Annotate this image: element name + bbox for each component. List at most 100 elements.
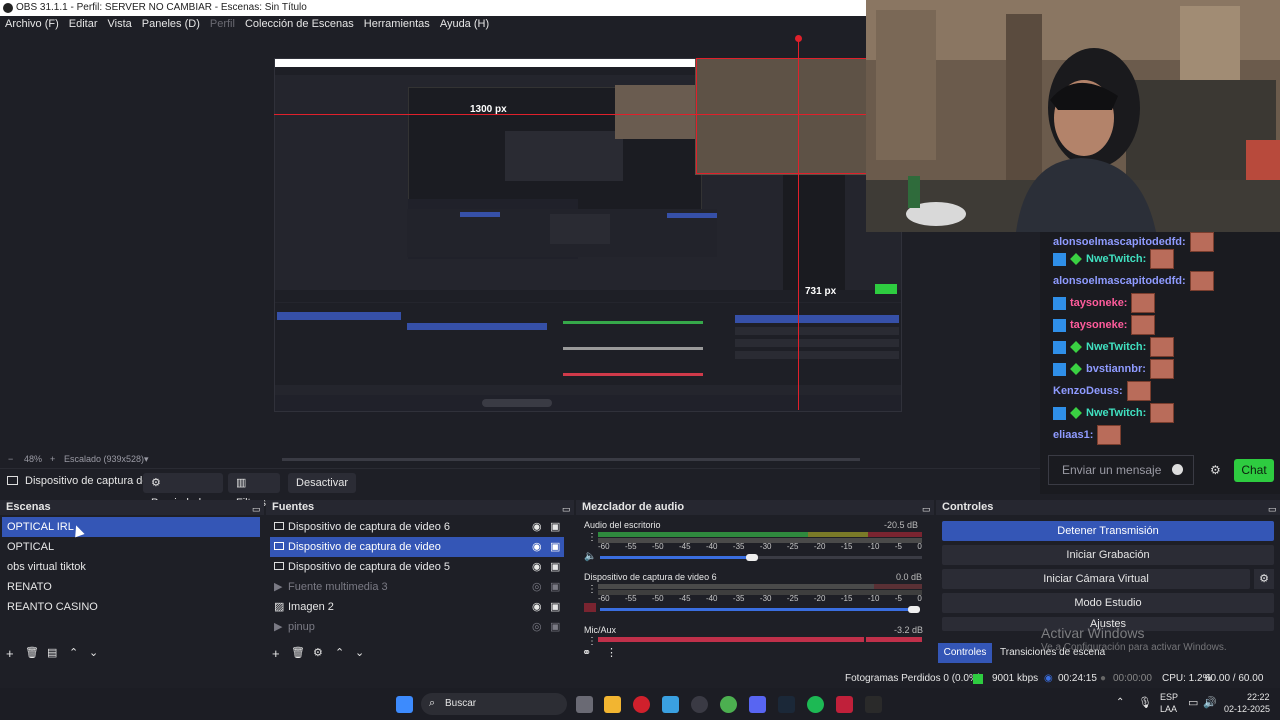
eye-visible-icon[interactable]: ◉ bbox=[532, 517, 542, 537]
source-item[interactable]: ▶ pinup ◎ ▣ bbox=[270, 617, 564, 637]
clock-date[interactable]: 02-12-2025 bbox=[1224, 704, 1270, 714]
mixer-menu-icon[interactable]: ⋮ bbox=[606, 646, 617, 659]
tray-chevron-icon[interactable]: ⌃ bbox=[1116, 697, 1124, 708]
scene-item[interactable]: OPTICAL IRL bbox=[2, 517, 260, 537]
menu-herramientas[interactable]: Herramientas bbox=[364, 16, 430, 33]
dock-menu-icon[interactable]: ▭ bbox=[1268, 504, 1277, 515]
scaling-mode[interactable]: Escalado (939x528) bbox=[64, 452, 144, 467]
studio-mode-button[interactable]: Modo Estudio bbox=[942, 593, 1274, 613]
move-up-icon[interactable]: ⌃ bbox=[335, 646, 344, 659]
chat-username[interactable]: eliaas1: bbox=[1053, 429, 1093, 441]
source-item[interactable]: Dispositivo de captura de video 6 ◉ ▣ bbox=[270, 517, 564, 537]
stop-stream-button[interactable]: Detener Transmisión bbox=[942, 521, 1274, 541]
zoom-out-icon[interactable]: − bbox=[8, 452, 13, 467]
steam-icon[interactable] bbox=[778, 696, 795, 713]
move-down-icon[interactable]: ⌄ bbox=[355, 646, 364, 659]
mixer-link-icon[interactable]: ⚭ bbox=[582, 646, 591, 659]
eye-hidden-icon[interactable]: ◎ bbox=[532, 617, 542, 637]
remove-source-icon[interactable]: 🗑 bbox=[291, 646, 305, 659]
menu-coleccion-escenas[interactable]: Colección de Escenas bbox=[245, 16, 354, 33]
lock-icon[interactable]: ▣ bbox=[550, 537, 560, 557]
eye-visible-icon[interactable]: ◉ bbox=[532, 557, 542, 577]
menu-perfil[interactable]: Perfil bbox=[210, 16, 235, 33]
discord-icon[interactable] bbox=[749, 696, 766, 713]
chrome-icon[interactable] bbox=[720, 696, 737, 713]
chat-username[interactable]: NweTwitch: bbox=[1086, 253, 1146, 265]
channel-menu-icon[interactable]: ⋮ bbox=[587, 636, 597, 647]
lock-icon[interactable]: ▣ bbox=[550, 617, 560, 637]
volume-slider[interactable] bbox=[600, 608, 914, 611]
speaker-icon[interactable]: 🔈 bbox=[584, 551, 596, 562]
move-down-icon[interactable]: ⌄ bbox=[89, 646, 98, 659]
volume-icon[interactable]: 🔊 bbox=[1203, 696, 1217, 709]
start-recording-button[interactable]: Iniciar Grabación bbox=[942, 545, 1274, 565]
eye-visible-icon[interactable]: ◉ bbox=[532, 537, 542, 557]
task-view-icon[interactable] bbox=[576, 696, 593, 713]
properties-button[interactable]: ⚙ Propiedades bbox=[143, 473, 223, 509]
chat-username[interactable]: alonsoelmascapitodedfd: bbox=[1053, 275, 1186, 287]
source-item[interactable]: Dispositivo de captura de video ◉ ▣ bbox=[270, 537, 564, 557]
language-code[interactable]: ESP bbox=[1160, 692, 1178, 702]
chat-send-button[interactable]: Chat bbox=[1234, 459, 1274, 482]
app-icon[interactable] bbox=[836, 696, 853, 713]
scaling-dropdown-icon[interactable]: ▾ bbox=[144, 452, 149, 467]
source-item[interactable]: ▶ Fuente multimedia 3 ◎ ▣ bbox=[270, 577, 564, 597]
menu-vista[interactable]: Vista bbox=[108, 16, 132, 33]
lock-icon[interactable]: ▣ bbox=[550, 577, 560, 597]
add-source-icon[interactable]: + bbox=[272, 646, 280, 661]
source-item[interactable]: ▨ Imagen 2 ◉ ▣ bbox=[270, 597, 564, 617]
scene-item[interactable]: OPTICAL bbox=[2, 537, 260, 557]
eye-hidden-icon[interactable]: ◎ bbox=[532, 577, 542, 597]
taskbar-search[interactable]: ⌕ Buscar bbox=[421, 693, 567, 715]
virtual-camera-gear-icon[interactable]: ⚙ bbox=[1254, 569, 1274, 589]
lock-icon[interactable]: ▣ bbox=[550, 597, 560, 617]
preview-scrollbar[interactable] bbox=[282, 458, 860, 461]
chat-username[interactable]: NweTwitch: bbox=[1086, 341, 1146, 353]
lock-icon[interactable]: ▣ bbox=[550, 517, 560, 537]
chat-settings-gear-icon[interactable]: ⚙ bbox=[1210, 463, 1221, 477]
channel-menu-icon[interactable]: ⋮ bbox=[587, 532, 597, 543]
chat-username[interactable]: alonsoelmascapitodedfd: bbox=[1053, 236, 1186, 248]
menu-archivo[interactable]: Archivo (F) bbox=[5, 16, 59, 33]
chat-username[interactable]: taysoneke: bbox=[1070, 297, 1127, 309]
start-virtual-camera-button[interactable]: Iniciar Cámara Virtual bbox=[942, 569, 1250, 589]
menu-ayuda[interactable]: Ayuda (H) bbox=[440, 16, 489, 33]
guide-handle[interactable] bbox=[795, 35, 802, 42]
remove-scene-icon[interactable]: 🗑 bbox=[25, 646, 39, 659]
add-scene-icon[interactable]: + bbox=[6, 646, 14, 661]
network-icon[interactable]: ▭ bbox=[1188, 696, 1198, 709]
scene-item[interactable]: RENATO bbox=[2, 577, 260, 597]
menu-paneles[interactable]: Paneles (D) bbox=[142, 16, 200, 33]
volume-slider[interactable] bbox=[600, 556, 752, 559]
dock-menu-icon[interactable]: ▭ bbox=[562, 504, 571, 515]
eye-visible-icon[interactable]: ◉ bbox=[532, 597, 542, 617]
emoji-icon[interactable] bbox=[1172, 464, 1183, 475]
lock-icon[interactable]: ▣ bbox=[550, 557, 560, 577]
zoom-in-icon[interactable]: + bbox=[50, 452, 55, 467]
dock-menu-icon[interactable]: ▭ bbox=[252, 504, 261, 515]
file-explorer-icon[interactable] bbox=[604, 696, 621, 713]
volume-slider-handle[interactable] bbox=[908, 606, 920, 613]
scene-filters-icon[interactable]: ▤ bbox=[47, 646, 57, 659]
epic-games-icon[interactable] bbox=[865, 696, 882, 713]
keyboard-layout[interactable]: LAA bbox=[1160, 704, 1177, 714]
channel-menu-icon[interactable]: ⋮ bbox=[587, 584, 597, 595]
tab-controls[interactable]: Controles bbox=[938, 643, 992, 663]
deactivate-button[interactable]: Desactivar bbox=[288, 473, 356, 493]
scene-item[interactable]: obs virtual tiktok bbox=[2, 557, 260, 577]
microphone-icon[interactable]: 🎙 bbox=[1138, 696, 1152, 709]
chat-username[interactable]: bvstiannbr: bbox=[1086, 363, 1146, 375]
scene-item[interactable]: REANTO CASINO bbox=[2, 597, 260, 617]
source-item[interactable]: Dispositivo de captura de video 5 ◉ ▣ bbox=[270, 557, 564, 577]
chat-username[interactable]: KenzoDeuss: bbox=[1053, 385, 1123, 397]
muted-speaker-icon[interactable] bbox=[584, 603, 596, 612]
volume-slider-handle[interactable] bbox=[746, 554, 758, 561]
windows-start-icon[interactable] bbox=[396, 696, 413, 713]
filters-button[interactable]: ▥ Filtros bbox=[228, 473, 280, 509]
opera-icon[interactable] bbox=[633, 696, 650, 713]
obs-icon[interactable] bbox=[691, 696, 708, 713]
spotify-icon[interactable] bbox=[807, 696, 824, 713]
clock-time[interactable]: 22:22 bbox=[1247, 692, 1270, 702]
app-icon[interactable] bbox=[662, 696, 679, 713]
chat-username[interactable]: NweTwitch: bbox=[1086, 407, 1146, 419]
